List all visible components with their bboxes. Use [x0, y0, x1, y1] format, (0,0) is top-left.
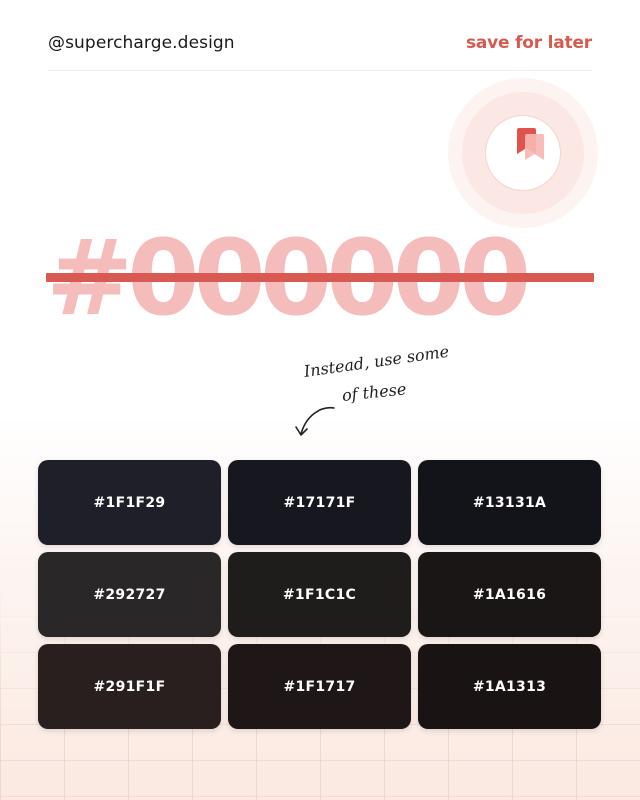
- swatch-hex-label: #1A1616: [472, 586, 547, 603]
- color-swatch[interactable]: #1F1C1C: [228, 552, 411, 637]
- color-swatch[interactable]: #292727: [38, 552, 221, 637]
- handwritten-note: Instead, use some of these: [290, 342, 460, 442]
- swatch-hex-label: #1F1C1C: [282, 586, 357, 603]
- bookmark-icon: [517, 128, 544, 160]
- swatch-hex-label: #292727: [93, 586, 166, 603]
- swatch-hex-label: #1F1717: [283, 678, 356, 695]
- color-swatch[interactable]: #1F1F29: [38, 460, 221, 545]
- swatch-hex-label: #13131A: [472, 494, 547, 511]
- swatch-hex-label: #1F1F29: [93, 494, 166, 511]
- hero-hex-code: #000000: [46, 226, 606, 330]
- color-swatch[interactable]: #291F1F: [38, 644, 221, 729]
- swatch-hex-label: #17171F: [283, 494, 356, 511]
- account-handle: @supercharge.design: [48, 33, 235, 53]
- save-for-later-link[interactable]: save for later: [466, 33, 592, 53]
- color-swatch-grid: #1F1F29 #17171F #13131A #292727 #1F1C1C …: [38, 460, 602, 729]
- note-line-2: of these: [341, 379, 408, 405]
- swatch-hex-label: #1A1313: [472, 678, 547, 695]
- bookmark-badge[interactable]: [448, 78, 598, 228]
- note-line-1: Instead, use some: [302, 341, 451, 381]
- color-swatch[interactable]: #1F1717: [228, 644, 411, 729]
- color-swatch[interactable]: #1A1313: [418, 644, 601, 729]
- color-swatch[interactable]: #17171F: [228, 460, 411, 545]
- color-swatch[interactable]: #13131A: [418, 460, 601, 545]
- color-swatch[interactable]: #1A1616: [418, 552, 601, 637]
- header-divider: [48, 70, 592, 71]
- swatch-hex-label: #291F1F: [93, 678, 166, 695]
- strikethrough-bar: [46, 273, 594, 282]
- curved-arrow-icon: [295, 407, 335, 436]
- header: @supercharge.design save for later: [48, 28, 592, 58]
